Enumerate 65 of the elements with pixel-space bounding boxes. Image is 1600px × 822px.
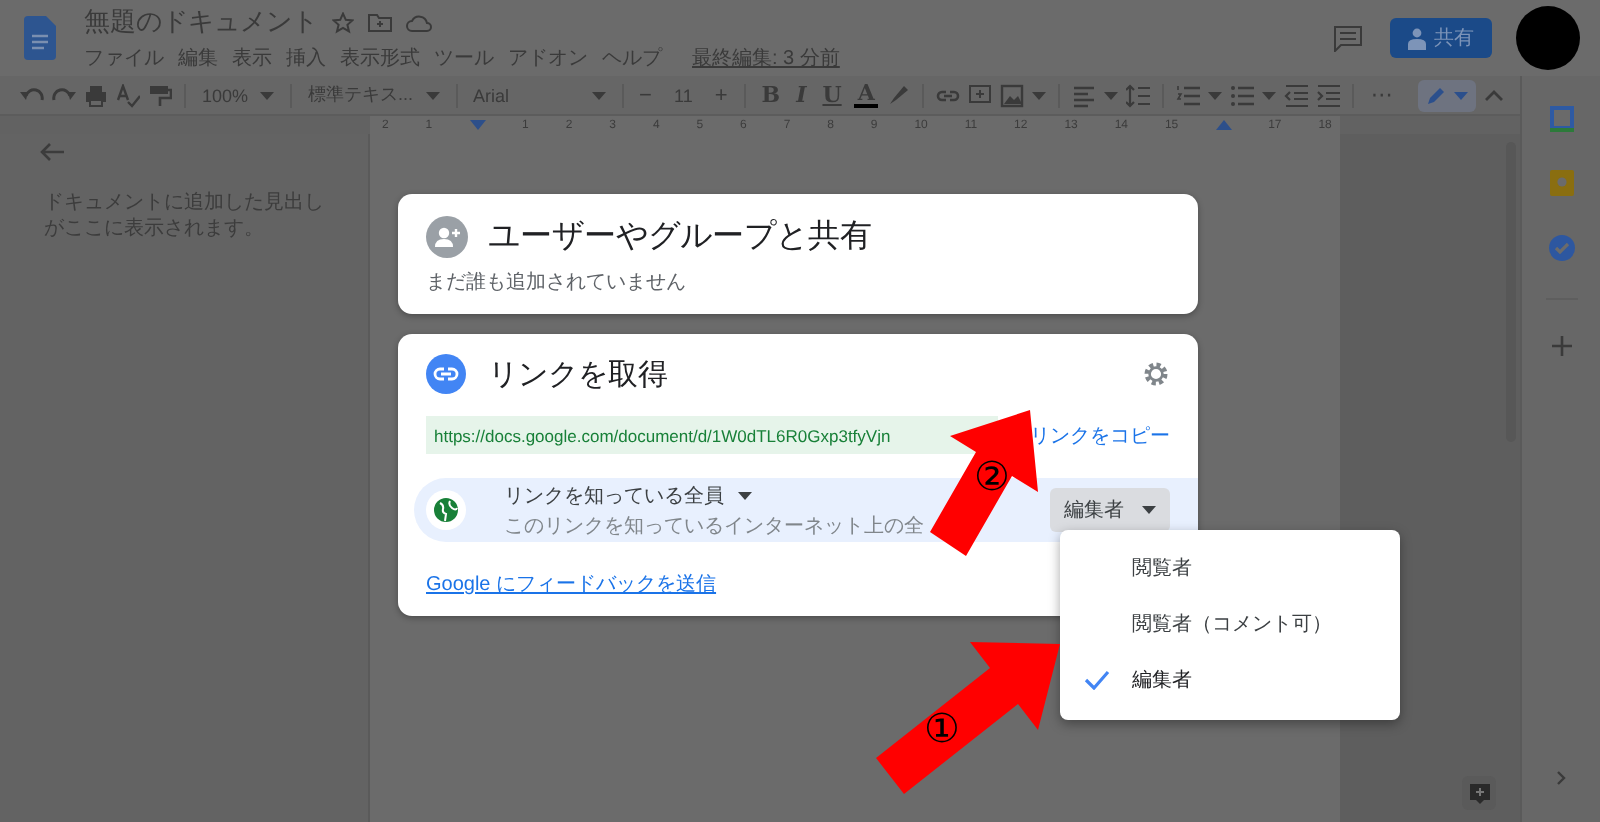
caret-icon bbox=[1208, 91, 1223, 99]
line-spacing-icon[interactable] bbox=[1126, 83, 1151, 107]
indent-marker-icon[interactable] bbox=[1215, 120, 1232, 130]
print-icon[interactable] bbox=[84, 83, 108, 107]
checkmark-icon[interactable] bbox=[1547, 234, 1575, 262]
caret-icon bbox=[1104, 91, 1119, 99]
numbered-list-icon[interactable] bbox=[1176, 83, 1201, 107]
check-icon bbox=[1084, 670, 1110, 690]
share-title: ユーザーやグループと共有 bbox=[488, 217, 872, 258]
calendar-icon[interactable] bbox=[1547, 104, 1575, 132]
link-field[interactable]: https://docs.google.com/document/d/1W0dTL6R0Gxp3tfyVjn bbox=[426, 416, 998, 454]
back-arrow-icon[interactable] bbox=[40, 142, 64, 162]
access-dropdown[interactable]: リンクを知っている全員 bbox=[504, 481, 752, 509]
comment-icon[interactable] bbox=[1334, 25, 1362, 51]
caret-icon bbox=[591, 91, 606, 99]
increase-size-button[interactable]: + bbox=[710, 83, 732, 107]
spellcheck-icon[interactable] bbox=[116, 83, 140, 107]
link-icon[interactable] bbox=[426, 354, 466, 394]
chevron-right-icon[interactable] bbox=[1556, 770, 1566, 786]
role-option[interactable]: 閲覧者（コメント可） bbox=[1060, 596, 1400, 652]
feedback-link[interactable]: Google にフィードバックを送信 bbox=[426, 570, 717, 598]
paint-format-icon[interactable] bbox=[148, 83, 172, 107]
bulleted-list-icon[interactable] bbox=[1230, 83, 1255, 107]
settings-icon[interactable] bbox=[1142, 360, 1170, 388]
caret-icon bbox=[1032, 91, 1047, 99]
role-dropdown[interactable]: 編集者 bbox=[1050, 488, 1170, 532]
access-description: このリンクを知っているインターネット上の全 bbox=[504, 513, 926, 539]
align-icon[interactable] bbox=[1072, 83, 1097, 107]
folder-icon[interactable] bbox=[368, 12, 392, 32]
add-comment-icon[interactable] bbox=[968, 83, 993, 107]
caret-icon bbox=[260, 91, 275, 99]
role-option[interactable]: 編集者 bbox=[1060, 652, 1400, 708]
chevron-up-icon[interactable] bbox=[1484, 89, 1504, 101]
decrease-indent-icon[interactable] bbox=[1284, 83, 1309, 107]
copy-link-button[interactable]: リンクをコピー bbox=[1030, 421, 1170, 449]
increase-indent-icon[interactable] bbox=[1316, 83, 1341, 107]
more-button[interactable]: ⋯ bbox=[1366, 82, 1397, 108]
caret-icon bbox=[425, 91, 440, 99]
step-number: ① bbox=[924, 708, 960, 748]
caret-icon bbox=[1142, 506, 1156, 514]
share-subtitle: まだ誰も追加されていません bbox=[426, 269, 688, 296]
highlighter-icon[interactable] bbox=[886, 83, 911, 107]
add-comment-icon bbox=[1469, 783, 1489, 803]
cloud-icon[interactable] bbox=[406, 13, 432, 31]
decrease-size-button[interactable]: − bbox=[635, 83, 656, 107]
explore-button[interactable] bbox=[1462, 776, 1496, 810]
step-number: ② bbox=[974, 456, 1010, 496]
role-option[interactable]: 閲覧者 bbox=[1060, 540, 1400, 596]
add-person-icon[interactable] bbox=[426, 216, 468, 258]
pencil-icon bbox=[1426, 85, 1446, 105]
image-icon[interactable] bbox=[1000, 83, 1025, 107]
star-icon[interactable] bbox=[332, 11, 354, 33]
person-icon bbox=[1408, 27, 1426, 49]
share-button[interactable]: 共有 bbox=[1390, 18, 1492, 58]
caret-icon bbox=[738, 491, 752, 499]
indent-marker-icon[interactable] bbox=[469, 120, 486, 130]
caret-icon bbox=[1262, 91, 1277, 99]
globe-icon bbox=[434, 498, 458, 522]
avatar[interactable] bbox=[1516, 6, 1580, 70]
note-icon[interactable] bbox=[1547, 168, 1575, 198]
caret-icon bbox=[1454, 91, 1468, 99]
link-title: リンクを取得 bbox=[488, 355, 670, 393]
document-icon bbox=[24, 16, 56, 60]
plus-icon[interactable] bbox=[1551, 336, 1571, 356]
editing-mode-button[interactable] bbox=[1418, 79, 1476, 111]
